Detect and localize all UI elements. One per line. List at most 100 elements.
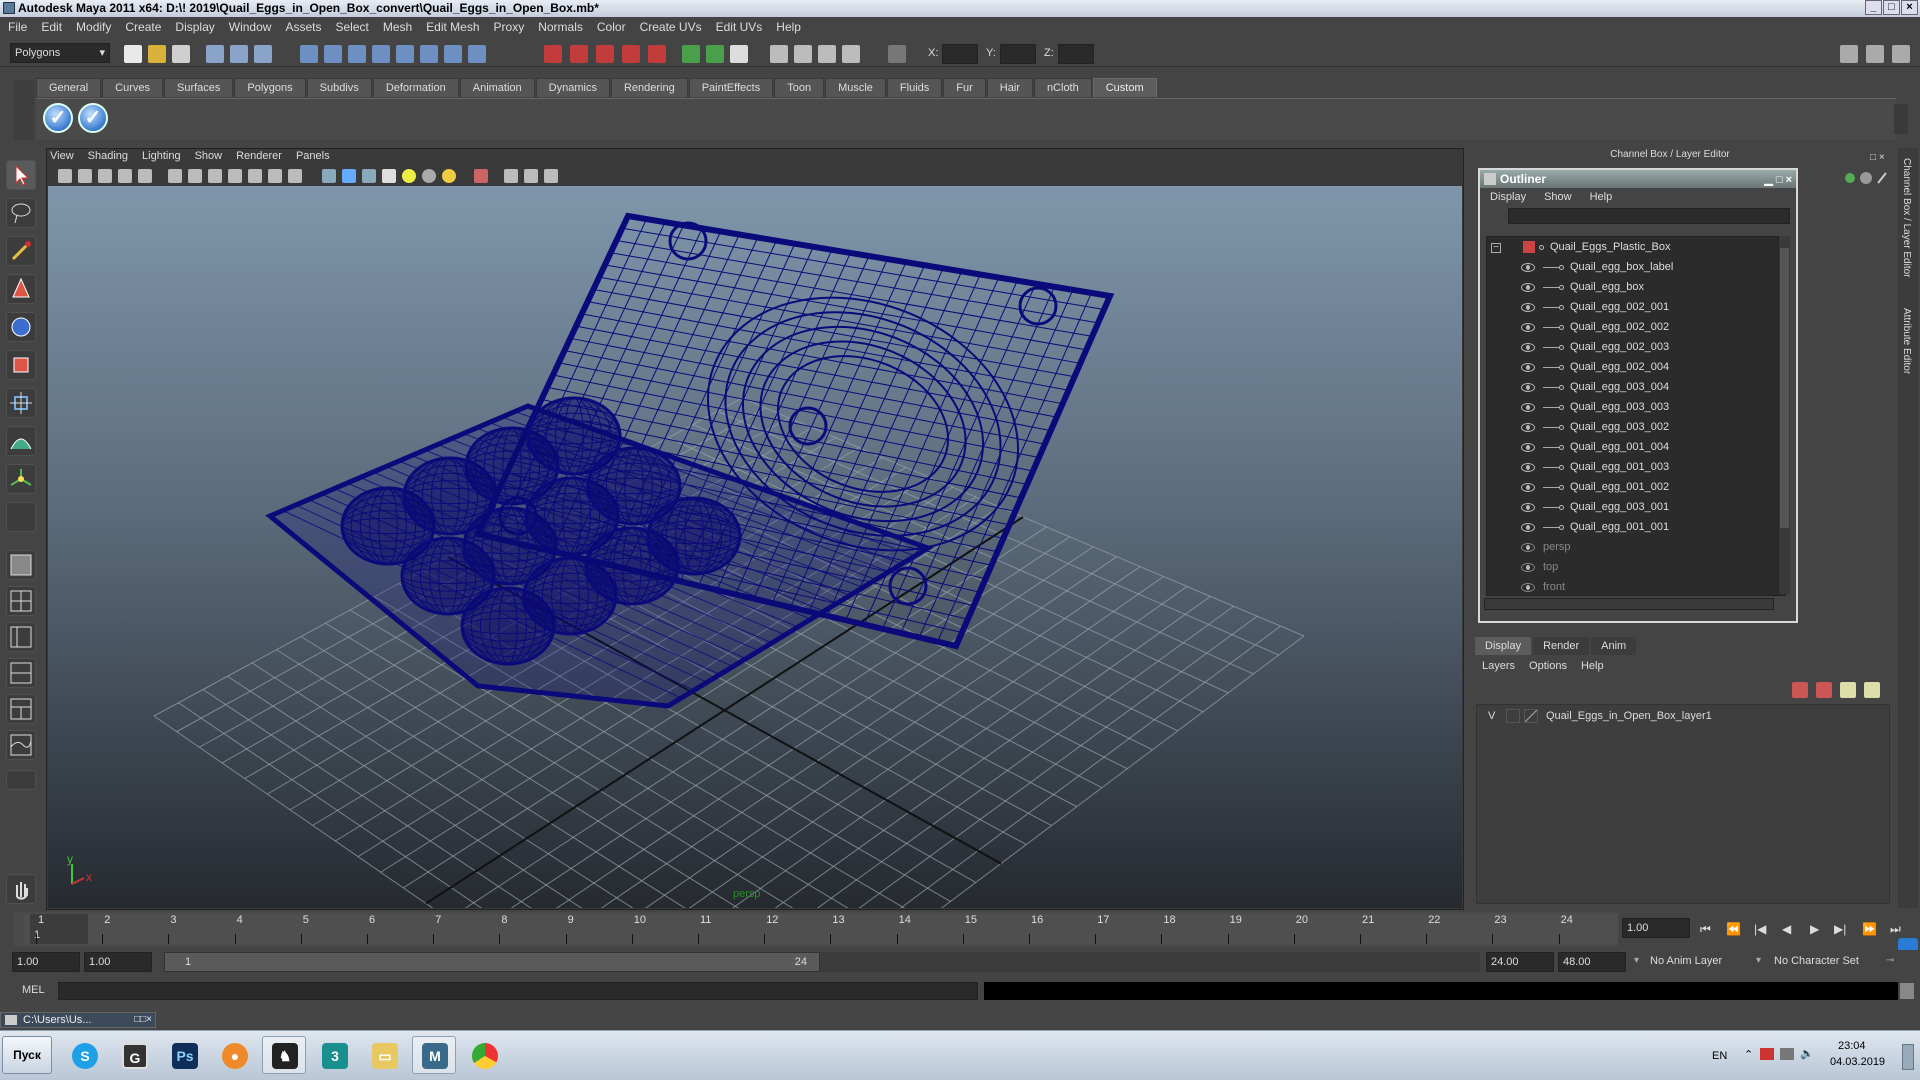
cube-icon[interactable]: [322, 169, 336, 183]
layer-menu-help[interactable]: Help: [1581, 660, 1604, 672]
layer-menu-layers[interactable]: Layers: [1482, 660, 1515, 672]
shelf-tab-custom[interactable]: Custom: [1092, 78, 1157, 97]
layer-visibility-toggle[interactable]: V: [1488, 706, 1495, 726]
xray-icon[interactable]: [228, 169, 242, 183]
new-layer-selected-icon[interactable]: [1816, 682, 1832, 698]
select-component-icon[interactable]: [254, 45, 272, 63]
outliner-item[interactable]: Quail_egg_002_003: [1521, 337, 1669, 357]
character-set-selector[interactable]: No Character Set: [1770, 952, 1884, 972]
textured-icon[interactable]: [248, 169, 262, 183]
outliner-item[interactable]: Quail_egg_002_001: [1521, 297, 1669, 317]
snap-curve-icon[interactable]: [324, 45, 342, 63]
menu-assets[interactable]: Assets: [285, 20, 321, 34]
shaded-cube-icon[interactable]: [342, 169, 356, 183]
layout-four-pane-icon[interactable]: [6, 586, 36, 616]
taskbar-3dsmax[interactable]: 3: [312, 1036, 356, 1074]
shelf-tab-polygons[interactable]: Polygons: [234, 78, 306, 97]
magnet-icon[interactable]: [544, 45, 562, 63]
outliner-menu-show[interactable]: Show: [1544, 191, 1572, 203]
go-to-start-icon[interactable]: ⏮: [1700, 922, 1711, 937]
menu-select[interactable]: Select: [335, 20, 368, 34]
outliner-item[interactable]: Quail_egg_003_004: [1521, 377, 1669, 397]
outliner-camera-item[interactable]: front: [1521, 577, 1565, 595]
select-object-icon[interactable]: [230, 45, 248, 63]
menu-modify[interactable]: Modify: [76, 20, 111, 34]
outliner-camera-item[interactable]: persp: [1521, 537, 1571, 557]
time-ruler[interactable]: [24, 914, 1618, 944]
toggle-panel-icon[interactable]: [1840, 45, 1858, 63]
show-manipulator-icon[interactable]: [6, 464, 36, 494]
volume-icon[interactable]: 🔈: [1800, 1047, 1814, 1060]
layout-expand-icon[interactable]: [6, 770, 36, 790]
viewport-menu-renderer[interactable]: Renderer: [236, 150, 282, 166]
layer-menu-options[interactable]: Options: [1529, 660, 1567, 672]
shelf-tab-general[interactable]: General: [36, 78, 102, 97]
show-desktop-button[interactable]: [1902, 1044, 1914, 1070]
image-plane-icon[interactable]: [118, 169, 132, 183]
menu-mesh[interactable]: Mesh: [383, 20, 412, 34]
textured-cube-icon[interactable]: [362, 169, 376, 183]
hand-icon[interactable]: [6, 874, 36, 904]
outliner-item[interactable]: Quail_egg_box_label: [1521, 257, 1673, 277]
taskbar-app-5[interactable]: ♞: [262, 1036, 306, 1074]
snap-point-icon[interactable]: [348, 45, 366, 63]
layer-tab-anim[interactable]: Anim: [1591, 637, 1637, 655]
shelf-tab-ncloth[interactable]: nCloth: [1033, 78, 1092, 97]
menu-normals[interactable]: Normals: [538, 20, 583, 34]
shelf-tab-animation[interactable]: Animation: [459, 78, 535, 97]
menu-edit-mesh[interactable]: Edit Mesh: [426, 20, 479, 34]
toggle-tool-settings-icon[interactable]: [1892, 45, 1910, 63]
layer-tab-render[interactable]: Render: [1533, 637, 1590, 655]
tree-collapse-toggle[interactable]: −: [1491, 237, 1501, 257]
shelf-tab-fur[interactable]: Fur: [943, 78, 986, 97]
play-forwards-icon[interactable]: ▶: [1810, 922, 1819, 936]
layout-single-icon[interactable]: [682, 45, 700, 63]
outliner-item[interactable]: Quail_egg_box: [1521, 277, 1644, 297]
move-layer-down-icon[interactable]: [1864, 682, 1880, 698]
chevron-down-icon[interactable]: ▾: [1634, 955, 1639, 966]
clock-time[interactable]: 23:04: [1838, 1040, 1866, 1052]
wireframe-on-shaded-icon[interactable]: [208, 169, 222, 183]
outliner-item[interactable]: Quail_egg_002_004: [1521, 357, 1669, 377]
panel-float-buttons[interactable]: □ ×: [1870, 149, 1892, 163]
render-current-icon[interactable]: [570, 45, 588, 63]
outliner-window-controls[interactable]: ▁ □ ×: [1764, 171, 1792, 189]
menu-edit[interactable]: Edit: [41, 20, 62, 34]
move-tool-icon[interactable]: [6, 274, 36, 304]
shelf-tab-painteffects[interactable]: PaintEffects: [688, 78, 774, 97]
paint-select-tool-icon[interactable]: [6, 236, 36, 266]
menu-help[interactable]: Help: [776, 20, 801, 34]
xray-joints-icon[interactable]: [504, 169, 518, 183]
minimized-window-controls[interactable]: □□×: [134, 1013, 152, 1027]
outliner-item[interactable]: Quail_egg_001_002: [1521, 477, 1669, 497]
soft-mod-tool-icon[interactable]: [6, 426, 36, 456]
minimize-button[interactable]: _: [1865, 0, 1882, 15]
viewport-menu-lighting[interactable]: Lighting: [142, 150, 181, 166]
layer-tab-display[interactable]: Display: [1475, 637, 1532, 655]
shelf-scroll-arrows[interactable]: [1894, 104, 1908, 134]
step-back-frame-icon[interactable]: ⏪: [1726, 922, 1741, 936]
share-icon[interactable]: [544, 169, 558, 183]
shelf-tab-toon[interactable]: Toon: [774, 78, 825, 97]
menu-file[interactable]: File: [8, 20, 27, 34]
show-tool-settings-icon[interactable]: [794, 45, 812, 63]
rotate-tool-icon[interactable]: [6, 312, 36, 342]
resolution-gate-icon[interactable]: [524, 169, 538, 183]
animation-start-field[interactable]: 1.00: [12, 952, 80, 972]
go-to-end-icon[interactable]: ⏭: [1890, 922, 1901, 937]
outliner-item[interactable]: Quail_egg_001_001: [1521, 517, 1669, 537]
snap-grid-icon[interactable]: [300, 45, 318, 63]
all-lights-icon[interactable]: [268, 169, 282, 183]
bookmark-icon[interactable]: [98, 169, 112, 183]
chevron-up-icon[interactable]: ⌃: [1744, 1048, 1753, 1061]
isolate-select-icon[interactable]: [474, 169, 488, 183]
taskbar-app-2[interactable]: G: [112, 1036, 156, 1074]
camera-select-icon[interactable]: [58, 169, 72, 183]
script-editor-icon[interactable]: [730, 45, 748, 63]
viewport-menu-view[interactable]: View: [50, 150, 74, 166]
snap-live-icon[interactable]: [396, 45, 414, 63]
render-settings-icon[interactable]: [622, 45, 640, 63]
viewport-menu-shading[interactable]: Shading: [88, 150, 128, 166]
minimized-window[interactable]: C:\Users\Us... □□×: [0, 1012, 156, 1028]
outliner-item[interactable]: Quail_egg_002_002: [1521, 317, 1669, 337]
